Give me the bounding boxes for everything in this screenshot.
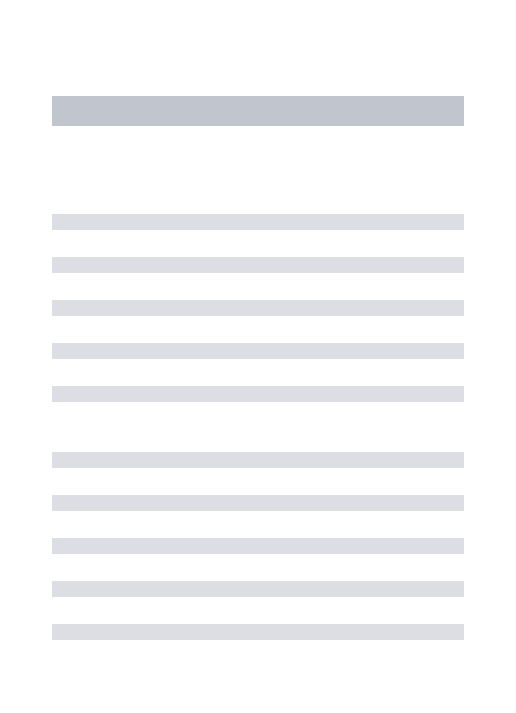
skeleton-line bbox=[52, 214, 464, 230]
skeleton-line bbox=[52, 386, 464, 402]
skeleton-group-1 bbox=[52, 214, 464, 402]
skeleton-line bbox=[52, 495, 464, 511]
skeleton-group-2 bbox=[52, 452, 464, 640]
skeleton-line bbox=[52, 257, 464, 273]
skeleton-line bbox=[52, 538, 464, 554]
skeleton-line bbox=[52, 343, 464, 359]
skeleton-line bbox=[52, 452, 464, 468]
skeleton-line bbox=[52, 581, 464, 597]
skeleton-line bbox=[52, 300, 464, 316]
skeleton-heading-bar bbox=[52, 96, 464, 126]
skeleton-line bbox=[52, 624, 464, 640]
